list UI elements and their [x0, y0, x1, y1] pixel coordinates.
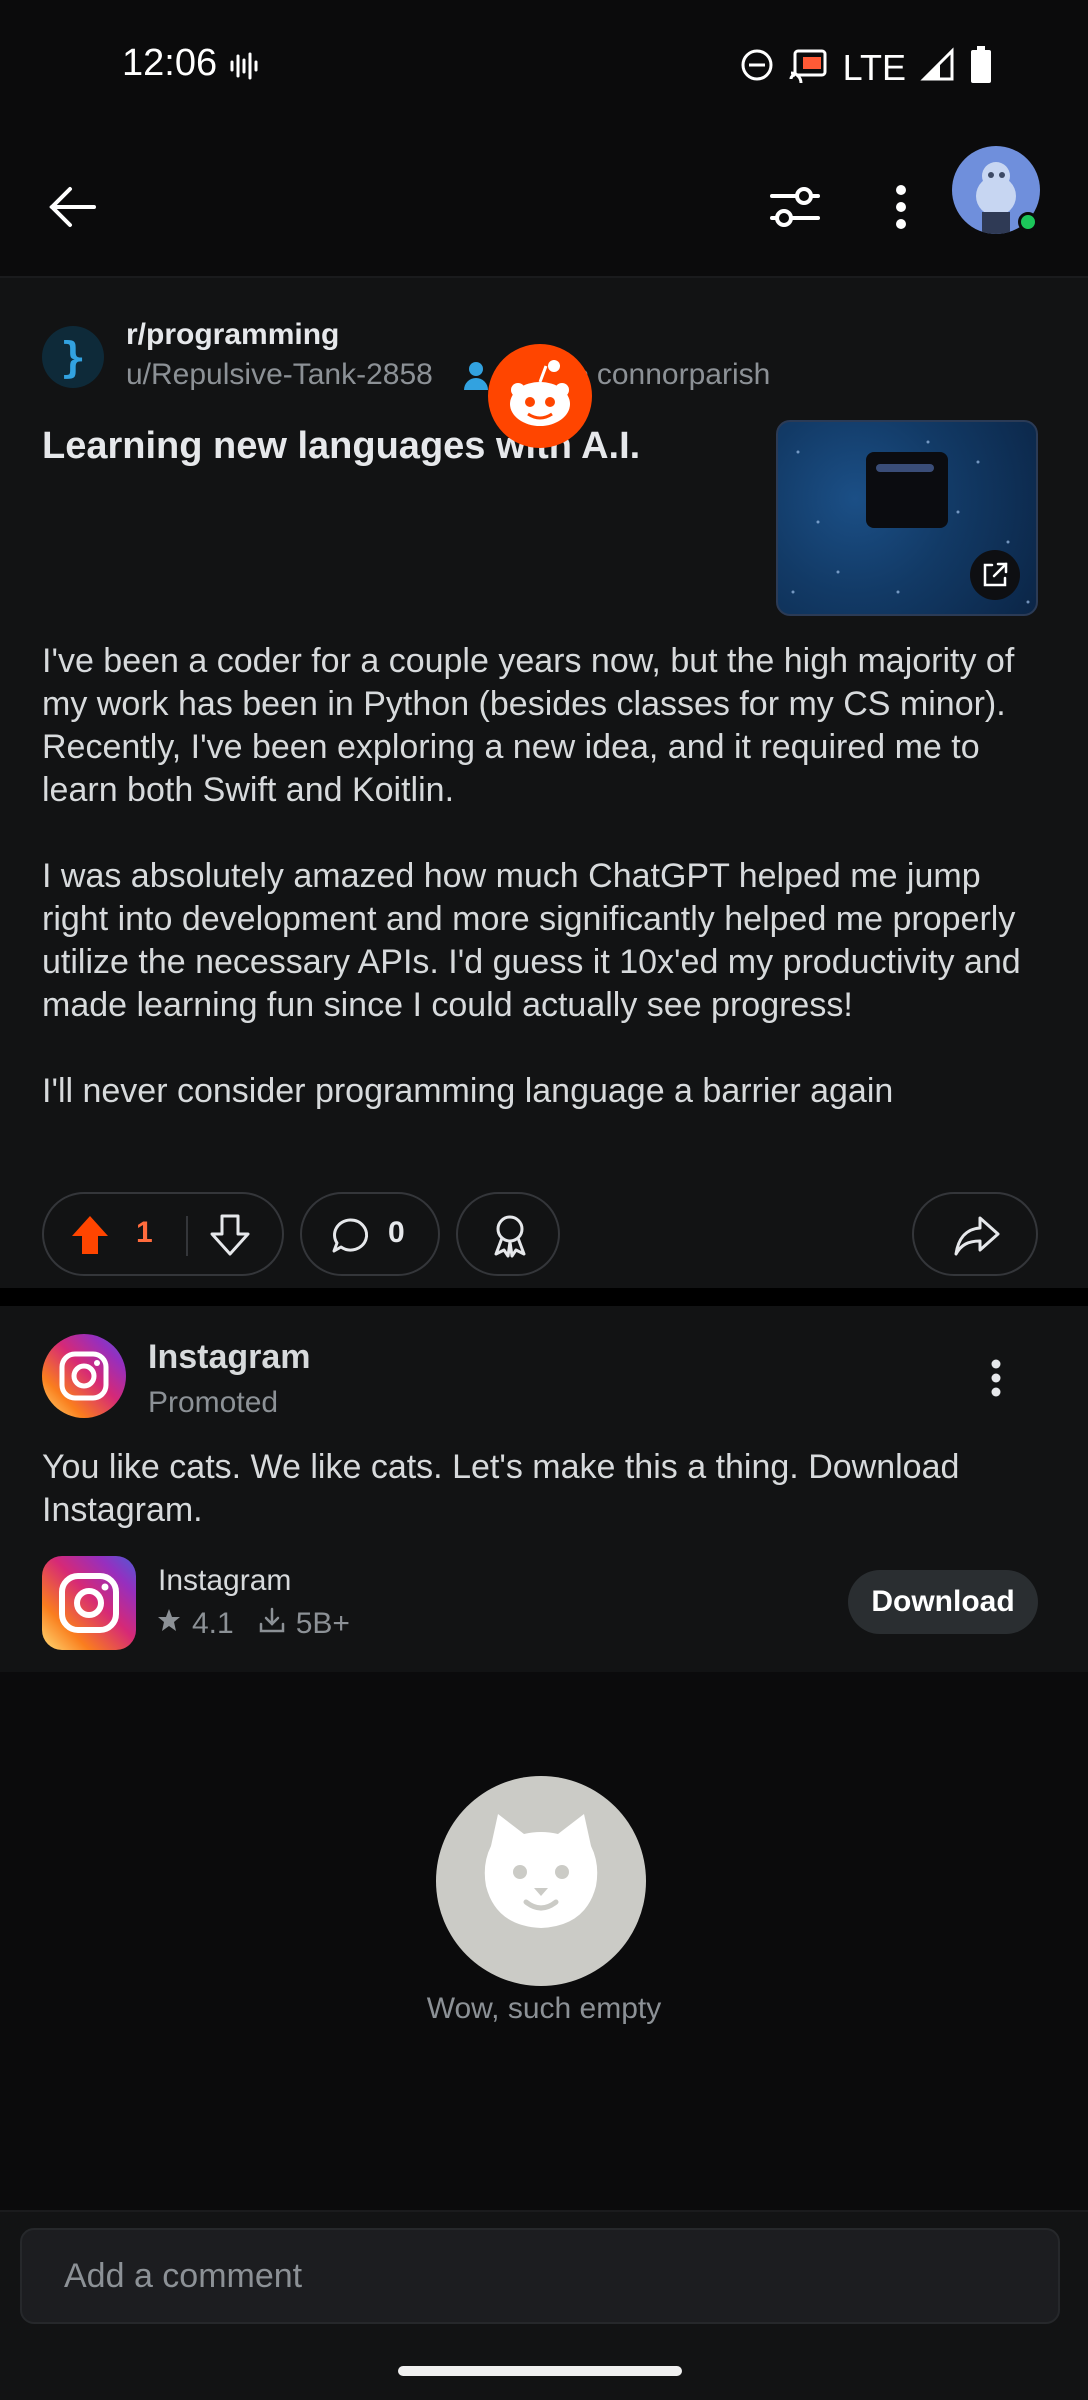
ad-more-icon[interactable]: [976, 1354, 1016, 1402]
subreddit-name[interactable]: r/programming: [126, 318, 339, 352]
post-domain-meta: • connorparish: [578, 358, 770, 392]
ad-text[interactable]: You like cats. We like cats. Let's make …: [42, 1446, 1052, 1532]
network-type: LTE: [842, 46, 906, 88]
comments-button[interactable]: 0: [300, 1192, 440, 1276]
post: } r/programming u/Repulsive-Tank-2858 • …: [0, 278, 1088, 1288]
add-comment-input[interactable]: [20, 2228, 1060, 2324]
post-title[interactable]: Learning new languages with A.I.: [42, 424, 762, 470]
share-button[interactable]: [912, 1192, 1038, 1276]
signal-icon: [920, 47, 956, 88]
promoted-label: Promoted: [148, 1386, 279, 1419]
do-not-disturb-icon: [739, 47, 775, 88]
award-button[interactable]: [456, 1192, 560, 1276]
upvote-icon[interactable]: [70, 1214, 110, 1261]
download-count-icon: [258, 1606, 286, 1642]
app-stats: 4.1 5B+: [156, 1606, 350, 1642]
post-paragraph: I'll never consider programming language…: [42, 1072, 894, 1110]
cat-mascot-icon: [436, 1776, 646, 1986]
status-icons: LTE: [739, 46, 992, 89]
home-indicator[interactable]: [398, 2366, 682, 2376]
empty-state-text: Wow, such empty: [426, 1992, 662, 2025]
status-time: 12:06: [122, 42, 218, 84]
cast-icon: [789, 47, 829, 88]
app-name: Instagram: [158, 1564, 292, 1597]
filter-icon[interactable]: [764, 176, 826, 238]
vote-divider: [186, 1216, 188, 1256]
app-window-graphic: [866, 452, 948, 528]
star-icon: [156, 1607, 182, 1641]
external-link-icon[interactable]: [970, 550, 1020, 600]
post-author[interactable]: u/Repulsive-Tank-2858: [126, 358, 433, 392]
post-paragraph: I've been a coder for a couple years now…: [42, 642, 1015, 809]
upvote-count: 1: [136, 1216, 153, 1249]
battery-icon: [970, 46, 992, 89]
online-status-dot: [1018, 212, 1038, 232]
app-downloads: 5B+: [295, 1607, 350, 1640]
status-bar: 12:06 LTE: [0, 0, 1088, 136]
app-rating: 4.1: [192, 1607, 234, 1640]
post-actions: 1 0: [42, 1192, 1046, 1276]
download-button[interactable]: Download: [848, 1570, 1038, 1634]
more-vertical-icon[interactable]: [870, 176, 932, 238]
post-domain[interactable]: connorparish: [597, 358, 770, 391]
subreddit-icon[interactable]: }: [42, 326, 104, 388]
post-body[interactable]: I've been a coder for a couple years now…: [42, 640, 1052, 1156]
advertiser-name[interactable]: Instagram: [148, 1338, 311, 1377]
vote-control: 1: [42, 1192, 284, 1276]
reddit-snoo-icon[interactable]: [488, 344, 592, 448]
instagram-app-icon[interactable]: [42, 1556, 136, 1650]
award-icon: [488, 1212, 532, 1263]
back-arrow-icon[interactable]: [42, 176, 104, 238]
comment-count: 0: [388, 1216, 405, 1249]
post-thumbnail[interactable]: [776, 420, 1038, 616]
empty-comments: Wow, such empty: [0, 1672, 1088, 2210]
instagram-logo-icon[interactable]: [42, 1334, 126, 1418]
downvote-icon[interactable]: [210, 1214, 250, 1261]
promoted-ad[interactable]: Instagram Promoted You like cats. We lik…: [0, 1306, 1088, 1672]
section-separator: [0, 1288, 1088, 1306]
sound-wave-icon: [228, 50, 260, 87]
comment-bar: [0, 2210, 1088, 2400]
share-icon: [954, 1214, 1000, 1261]
comment-bubble-icon: [330, 1216, 370, 1261]
post-paragraph: I was absolutely amazed how much ChatGPT…: [42, 857, 1021, 1024]
top-app-bar: [0, 136, 1088, 278]
